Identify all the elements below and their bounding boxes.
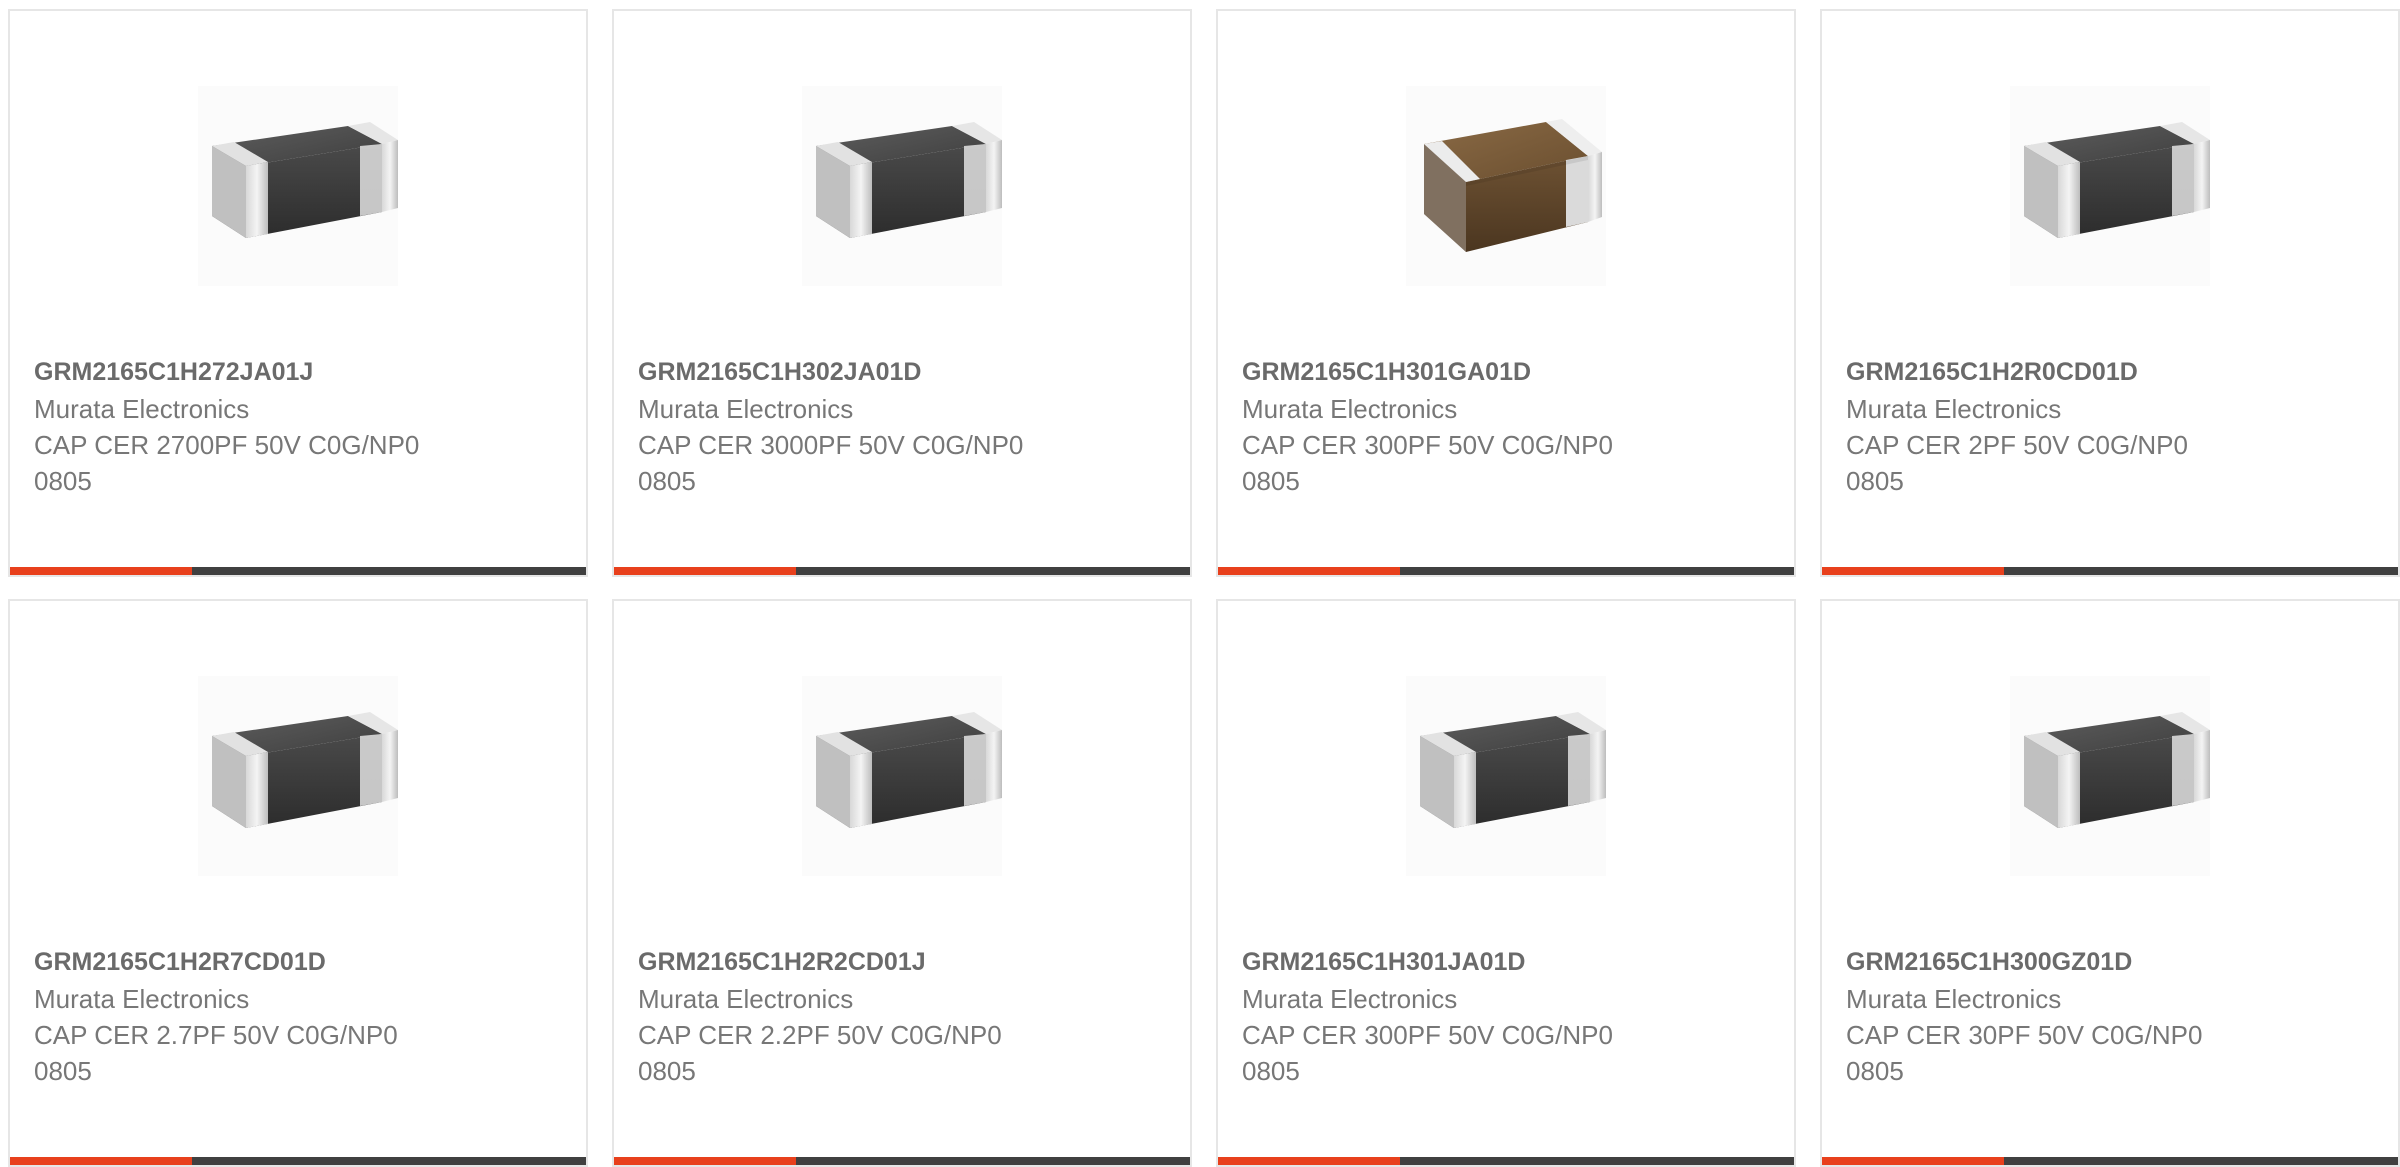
package: 0805 [34, 1056, 92, 1086]
product-info: GRM2165C1H2R7CD01D Murata Electronics CA… [34, 944, 576, 1089]
package: 0805 [1846, 1056, 1904, 1086]
product-card[interactable]: GRM2165C1H2R7CD01D Murata Electronics CA… [8, 599, 588, 1167]
part-number-link[interactable]: GRM2165C1H301GA01D [1242, 354, 1784, 391]
card-accent-bar [614, 1157, 796, 1165]
part-number-link[interactable]: GRM2165C1H2R7CD01D [34, 944, 576, 981]
card-footer-bar [614, 1157, 1190, 1165]
product-grid: GRM2165C1H272JA01J Murata Electronics CA… [8, 9, 2400, 1167]
part-number-link[interactable]: GRM2165C1H272JA01J [34, 354, 576, 391]
part-number-link[interactable]: GRM2165C1H302JA01D [638, 354, 1180, 391]
manufacturer: Murata Electronics [1846, 394, 2062, 424]
product-info: GRM2165C1H300GZ01D Murata Electronics CA… [1846, 944, 2388, 1089]
mlcc-gray-chip-image [198, 86, 398, 286]
mlcc-gray-chip-image [1406, 676, 1606, 876]
description: CAP CER 2PF 50V C0G/NP0 [1846, 430, 2188, 460]
part-number-link[interactable]: GRM2165C1H2R0CD01D [1846, 354, 2388, 391]
mlcc-gray-chip-image [198, 676, 398, 876]
product-card[interactable]: GRM2165C1H2R2CD01J Murata Electronics CA… [612, 599, 1192, 1167]
card-footer-bar [10, 567, 586, 575]
card-footer-bar [1218, 1157, 1794, 1165]
package: 0805 [638, 466, 696, 496]
manufacturer: Murata Electronics [638, 394, 854, 424]
product-card[interactable]: GRM2165C1H2R0CD01D Murata Electronics CA… [1820, 9, 2400, 577]
product-info: GRM2165C1H301JA01D Murata Electronics CA… [1242, 944, 1784, 1089]
card-accent-bar [1218, 567, 1400, 575]
mlcc-gray-chip-image [802, 676, 1002, 876]
product-info: GRM2165C1H272JA01J Murata Electronics CA… [34, 354, 576, 499]
card-accent-bar [10, 1157, 192, 1165]
manufacturer: Murata Electronics [1846, 984, 2062, 1014]
description: CAP CER 2700PF 50V C0G/NP0 [34, 430, 420, 460]
manufacturer: Murata Electronics [1242, 394, 1458, 424]
description: CAP CER 30PF 50V C0G/NP0 [1846, 1020, 2203, 1050]
mlcc-gray-chip-image [802, 86, 1002, 286]
card-footer-bar [10, 1157, 586, 1165]
mlcc-gray-chip-image [2010, 86, 2210, 286]
part-number-link[interactable]: GRM2165C1H2R2CD01J [638, 944, 1180, 981]
package: 0805 [638, 1056, 696, 1086]
part-number-link[interactable]: GRM2165C1H301JA01D [1242, 944, 1784, 981]
description: CAP CER 300PF 50V C0G/NP0 [1242, 430, 1613, 460]
package: 0805 [1242, 466, 1300, 496]
package: 0805 [1242, 1056, 1300, 1086]
product-info: GRM2165C1H301GA01D Murata Electronics CA… [1242, 354, 1784, 499]
description: CAP CER 2.2PF 50V C0G/NP0 [638, 1020, 1002, 1050]
card-accent-bar [614, 567, 796, 575]
product-info: GRM2165C1H2R0CD01D Murata Electronics CA… [1846, 354, 2388, 499]
card-footer-bar [1822, 567, 2398, 575]
product-card[interactable]: GRM2165C1H272JA01J Murata Electronics CA… [8, 9, 588, 577]
mlcc-gray-chip-image [2010, 676, 2210, 876]
manufacturer: Murata Electronics [34, 984, 250, 1014]
product-card[interactable]: GRM2165C1H300GZ01D Murata Electronics CA… [1820, 599, 2400, 1167]
product-card[interactable]: GRM2165C1H301JA01D Murata Electronics CA… [1216, 599, 1796, 1167]
card-footer-bar [614, 567, 1190, 575]
card-accent-bar [1218, 1157, 1400, 1165]
description: CAP CER 300PF 50V C0G/NP0 [1242, 1020, 1613, 1050]
manufacturer: Murata Electronics [34, 394, 250, 424]
part-number-link[interactable]: GRM2165C1H300GZ01D [1846, 944, 2388, 981]
package: 0805 [34, 466, 92, 496]
product-card[interactable]: GRM2165C1H302JA01D Murata Electronics CA… [612, 9, 1192, 577]
product-info: GRM2165C1H2R2CD01J Murata Electronics CA… [638, 944, 1180, 1089]
card-accent-bar [10, 567, 192, 575]
card-accent-bar [1822, 1157, 2004, 1165]
package: 0805 [1846, 466, 1904, 496]
product-card[interactable]: GRM2165C1H301GA01D Murata Electronics CA… [1216, 9, 1796, 577]
card-accent-bar [1822, 567, 2004, 575]
description: CAP CER 3000PF 50V C0G/NP0 [638, 430, 1024, 460]
mlcc-brown-chip-image [1406, 86, 1606, 286]
product-info: GRM2165C1H302JA01D Murata Electronics CA… [638, 354, 1180, 499]
manufacturer: Murata Electronics [1242, 984, 1458, 1014]
manufacturer: Murata Electronics [638, 984, 854, 1014]
card-footer-bar [1218, 567, 1794, 575]
description: CAP CER 2.7PF 50V C0G/NP0 [34, 1020, 398, 1050]
card-footer-bar [1822, 1157, 2398, 1165]
